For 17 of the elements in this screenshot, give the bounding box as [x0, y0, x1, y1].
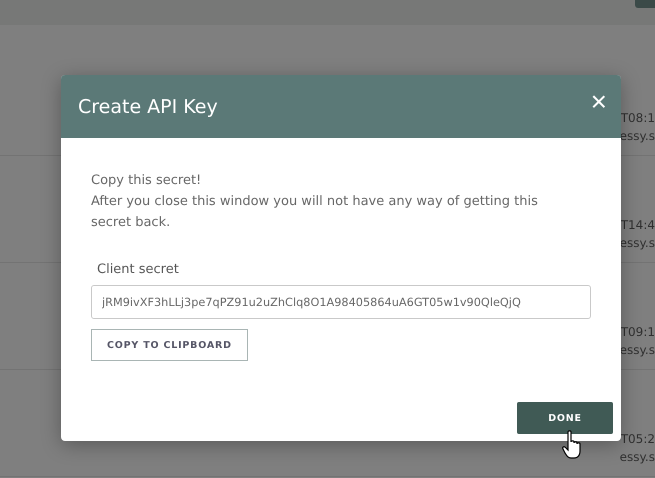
secret-field[interactable]: jRM9ivXF3hLLj3pe7qPZ91u2uZhClq8O1A98405864uA6GT05w1v90QleQjQ	[91, 285, 591, 319]
row-time: T05:2	[620, 432, 655, 446]
row-time: T08:1	[620, 111, 655, 125]
row-domain: essy.s	[620, 236, 655, 250]
row-domain: essy.s	[620, 129, 655, 143]
field-label: Client secret	[97, 262, 179, 277]
copy-button[interactable]: COPY TO CLIPBOARD	[91, 329, 248, 361]
message-text: After you close this window you will not have any way of getting this secret back.	[91, 193, 539, 232]
close-button[interactable]: ×	[590, 88, 607, 116]
row-time: T09:1	[620, 325, 655, 339]
message-text: Copy this secret!	[91, 172, 202, 190]
header-button[interactable]	[635, 0, 655, 8]
dialog-title: Create API Key	[78, 96, 218, 118]
row-domain: essy.s	[620, 450, 655, 464]
row-time: T14:4	[620, 218, 655, 232]
row-domain: essy.s	[620, 343, 655, 357]
done-button[interactable]: DONE	[517, 402, 613, 434]
